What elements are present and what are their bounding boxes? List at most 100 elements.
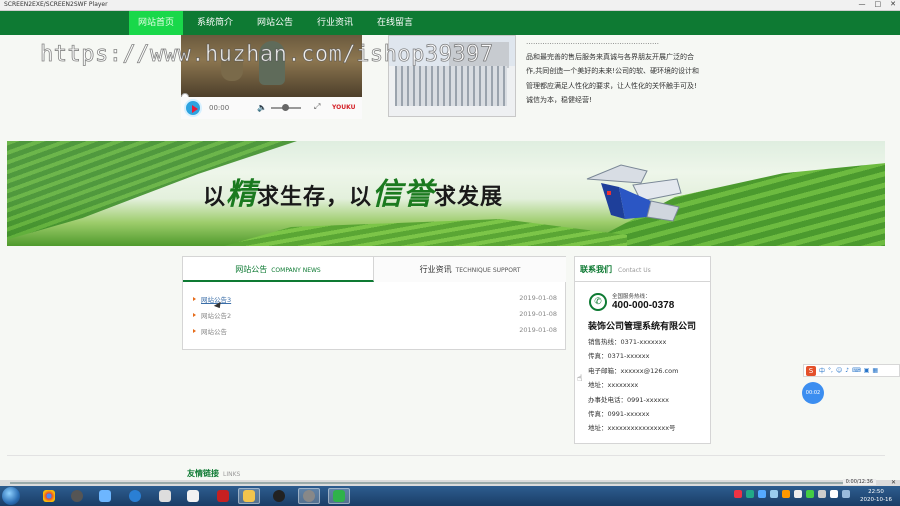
list-item[interactable]: 网站公告3 2019-01-08 — [193, 293, 557, 309]
clock-time: 22:50 — [868, 489, 884, 495]
banner-slogan: 以精求生存，以信誉求发展 — [203, 169, 503, 213]
news-title[interactable]: 网站公告2 — [201, 310, 231, 320]
slogan-part: 以 — [203, 184, 227, 210]
pointer-cursor-icon: ☝ — [577, 374, 583, 384]
nav-item-notices[interactable]: 网站公告 — [247, 11, 303, 35]
nav-item-home[interactable]: 网站首页 — [129, 11, 183, 35]
flash-icon[interactable] — [212, 488, 234, 504]
ime-toolbar[interactable]: S 中 °, ☺ ♪ ⌨ ▣ ▦ — [803, 364, 900, 377]
hotline-number: 400-000-0378 — [612, 300, 675, 311]
player-time-info: 0:00/12:36 — [842, 479, 876, 485]
contact-line: 传真：0371-xxxxxx — [588, 352, 650, 361]
player-close-icon[interactable]: ✕ — [891, 479, 896, 486]
app-icon[interactable] — [94, 488, 116, 504]
news-title[interactable]: 网站公告 — [201, 326, 227, 336]
player-title-bar: SCREEN2EXE/SCREEN2SWF Player — □ ✕ — [0, 0, 900, 11]
news-date: 2019-01-08 — [519, 294, 557, 302]
contact-panel: 联系我们 Contact Us ✆ 全国服务热线： 400-000-0378 装饰… — [574, 256, 711, 444]
tray-icon[interactable] — [794, 490, 802, 498]
window-controls: — □ ✕ — [859, 0, 897, 8]
start-button[interactable] — [2, 487, 20, 505]
contact-line: 地址：xxxxxxxx — [588, 381, 639, 390]
fullscreen-icon[interactable]: ⤢ — [314, 102, 320, 112]
plow-machine-icon — [586, 164, 682, 222]
tab-label-en: TECHNIQUE SUPPORT — [455, 267, 521, 274]
photo-gate — [395, 66, 507, 106]
play-icon[interactable] — [184, 99, 202, 117]
note-icon[interactable] — [154, 488, 176, 504]
ime-mic-icon[interactable]: ♪ — [845, 367, 849, 374]
floating-assistant-icon[interactable]: 00:02 — [802, 382, 824, 404]
watermark-url: https://www.huzhan.com/ishop39397 — [40, 42, 494, 68]
news-tabs: 网站公告 COMPANY NEWS 行业资讯 TECHNIQUE SUPPORT — [183, 257, 566, 282]
ime-punct-icon[interactable]: °, — [828, 367, 833, 374]
list-item[interactable]: 网站公告 2019-01-08 — [193, 325, 557, 341]
contact-line: 电子邮箱：xxxxxx@126.com — [588, 366, 679, 375]
volume-tray-icon[interactable] — [830, 490, 838, 498]
nav-item-guestbook[interactable]: 在线留言 — [367, 11, 423, 35]
intro-line: 品和最完善的售后服务来真诚与各界朋友开展广泛的合 — [526, 52, 694, 61]
qq-icon[interactable] — [268, 488, 290, 504]
close-button[interactable]: ✕ — [890, 0, 896, 8]
minimize-button[interactable]: — — [859, 0, 866, 8]
browser-icon[interactable] — [124, 488, 146, 504]
ime-emoji-icon[interactable]: ☺ — [836, 367, 842, 374]
recorder-icon[interactable] — [298, 488, 320, 504]
video-brand-logo: YOUKU — [332, 104, 356, 111]
maximize-button[interactable]: □ — [875, 0, 882, 8]
network-tray-icon[interactable] — [842, 490, 850, 498]
folder-icon[interactable] — [238, 488, 260, 504]
company-intro: ………………………………………………… 品和最完善的售后服务来真诚与各界朋友开展… — [526, 35, 710, 108]
tray-icon[interactable] — [746, 490, 754, 498]
system-tray — [734, 490, 850, 498]
news-list: 网站公告3 2019-01-08 网站公告2 2019-01-08 网站公告 2… — [193, 293, 557, 341]
player-track[interactable] — [10, 482, 856, 484]
news-date: 2019-01-08 — [519, 310, 557, 318]
intro-line: 诚信为本，稳健经营! — [526, 96, 592, 104]
nav-item-industry-news[interactable]: 行业资讯 — [307, 11, 363, 35]
list-item[interactable]: 网站公告2 2019-01-08 — [193, 309, 557, 325]
ime-mode-label[interactable]: 中 — [819, 366, 825, 375]
sogou-icon[interactable]: S — [806, 365, 816, 376]
volume-slider[interactable] — [271, 104, 301, 111]
document-icon[interactable] — [182, 488, 204, 504]
intro-line: ………………………………………………… — [526, 38, 659, 46]
chrome-icon[interactable] — [38, 488, 60, 504]
volume-slider-handle[interactable] — [282, 104, 289, 111]
tray-icon[interactable] — [770, 490, 778, 498]
nav-item-about[interactable]: 系统简介 — [187, 11, 243, 35]
tab-label-en: COMPANY NEWS — [271, 267, 321, 274]
ime-keyboard-icon[interactable]: ⌨ — [852, 367, 861, 374]
windows-taskbar: 22:50 2020-10-16 — [0, 486, 900, 506]
banner-hill — [207, 219, 627, 246]
ime-skin-icon[interactable]: ▣ — [864, 367, 870, 374]
news-title[interactable]: 网站公告3 — [201, 294, 231, 304]
tray-icon[interactable] — [782, 490, 790, 498]
bullet-icon — [193, 297, 196, 301]
media-icon[interactable] — [66, 488, 88, 504]
volume-icon[interactable]: 🔈 — [257, 103, 267, 112]
window-title: SCREEN2EXE/SCREEN2SWF Player — [4, 1, 108, 8]
player-icon[interactable] — [328, 488, 350, 504]
contact-details: 销售热线：0371-xxxxxxx 传真：0371-xxxxxx 电子邮箱：xx… — [588, 335, 678, 436]
slogan-part: 求生存，以 — [257, 184, 373, 210]
tab-technique-support[interactable]: 行业资讯 TECHNIQUE SUPPORT — [374, 257, 566, 282]
system-clock[interactable]: 22:50 2020-10-16 — [860, 488, 892, 504]
tray-icon[interactable] — [818, 490, 826, 498]
tab-company-news[interactable]: 网站公告 COMPANY NEWS — [183, 257, 374, 282]
friend-links-title: 友情链接 — [187, 469, 219, 478]
tray-icon[interactable] — [758, 490, 766, 498]
intro-line: 作,共同创造一个美好的未来!公司的软、硬环境的设计和 — [526, 67, 700, 75]
slogan-emphasis: 精 — [226, 177, 258, 212]
tray-icon[interactable] — [806, 490, 814, 498]
tray-icon[interactable] — [734, 490, 742, 498]
main-nav: 网站首页 系统简介 网站公告 行业资讯 在线留言 — [0, 11, 900, 35]
contact-heading: 联系我们 Contact Us — [575, 257, 710, 282]
phone-icon: ✆ — [589, 293, 607, 311]
friend-links-title-en: LINKS — [223, 471, 241, 478]
clock-date: 2020-10-16 — [860, 497, 892, 503]
contact-line: 办事处电话：0991-xxxxxx — [588, 395, 669, 404]
news-panel: 网站公告 COMPANY NEWS 行业资讯 TECHNIQUE SUPPORT 网… — [182, 256, 566, 350]
bullet-icon — [193, 329, 196, 333]
ime-settings-icon[interactable]: ▦ — [872, 367, 878, 374]
